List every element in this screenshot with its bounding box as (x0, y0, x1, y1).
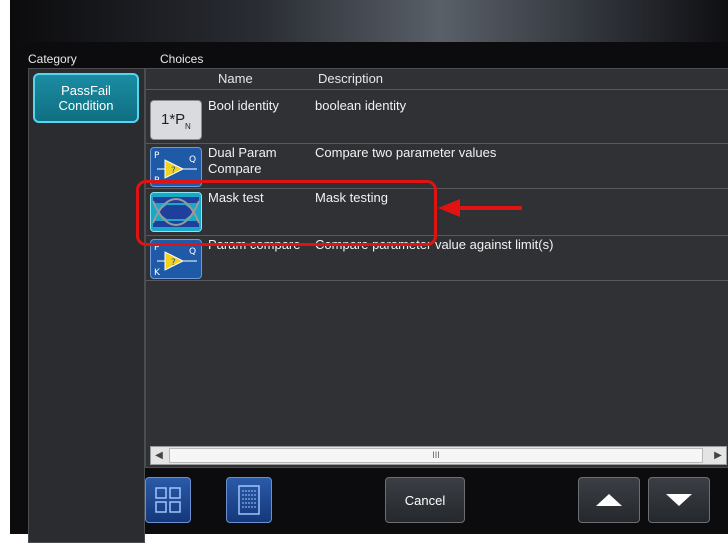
scrollbar-thumb[interactable]: III (169, 448, 703, 463)
category-label: Category (28, 52, 77, 66)
horizontal-scrollbar[interactable]: ◀ III ▶ (150, 446, 727, 465)
column-header-name: Name (218, 71, 253, 86)
dual-param-icon-p: P (154, 151, 160, 161)
list-item-bool-identity[interactable]: 1*P N Bool identity boolean identity (146, 96, 728, 144)
list-item-description: Compare two parameter values (315, 145, 497, 160)
category-panel: PassFail Condition (28, 68, 145, 543)
title-bar (10, 0, 728, 42)
bool-identity-icon-text: 1*P (161, 111, 186, 128)
param-compare-icon-q: Q (189, 247, 196, 257)
scroll-up-button[interactable] (578, 477, 640, 523)
scroll-left-icon[interactable]: ◀ (151, 447, 167, 464)
cancel-button[interactable]: Cancel (385, 477, 465, 523)
param-compare-icon-qmark: ? (171, 258, 176, 268)
choose-condition-dialog: Category Choices PassFail Condition Name… (10, 42, 728, 543)
grid-view-button[interactable] (145, 477, 191, 523)
column-header-description: Description (318, 71, 384, 86)
header-divider (146, 89, 728, 90)
choices-list: Name Description 1*P N Bool identity boo… (145, 68, 728, 468)
bool-identity-icon-subscript: N (185, 122, 191, 131)
category-passfail-condition-button[interactable]: PassFail Condition (33, 73, 139, 123)
choices-label: Choices (160, 52, 204, 66)
scroll-down-button[interactable] (648, 477, 710, 523)
list-view-button[interactable] (226, 477, 272, 523)
grid-view-icon (155, 487, 181, 513)
list-item-description: boolean identity (315, 98, 407, 113)
dual-param-icon-qmark: ? (171, 166, 176, 176)
category-button-line1: PassFail (61, 83, 111, 98)
scroll-right-icon[interactable]: ▶ (710, 447, 726, 464)
triangle-up-icon (596, 494, 622, 506)
param-compare-icon-k: K (154, 268, 161, 278)
list-item-name: Dual Param Compare (208, 145, 277, 176)
category-button-line2: Condition (58, 98, 114, 113)
app-window: Category Choices PassFail Condition Name… (0, 0, 728, 543)
list-view-icon (238, 485, 260, 515)
red-arrow-annotation (438, 199, 522, 217)
list-item-name: Bool identity (208, 98, 279, 113)
triangle-down-icon (666, 494, 692, 506)
highlight-annotation (136, 180, 437, 246)
dual-param-icon-q: Q (189, 155, 196, 165)
bool-identity-icon: 1*P N (150, 100, 202, 140)
